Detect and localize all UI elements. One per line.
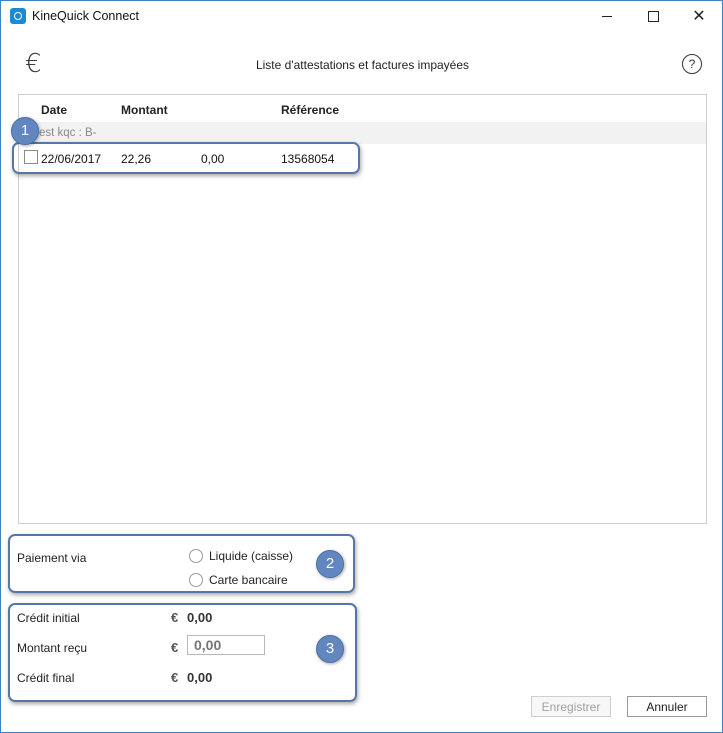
callout-badge-2: 2 <box>316 550 344 578</box>
maximize-icon <box>648 11 659 22</box>
column-header-reference[interactable]: Référence <box>281 103 339 117</box>
help-icon[interactable]: ? <box>682 54 702 74</box>
kinequick-app-icon <box>10 8 26 24</box>
group-header: est kqc : B- <box>19 122 706 144</box>
page-title: Liste d'attestations et factures impayée… <box>255 58 470 72</box>
window-title: KineQuick Connect <box>32 9 140 23</box>
maximize-button[interactable] <box>630 1 676 31</box>
callout-box-2 <box>8 534 355 593</box>
callout-box-1 <box>12 142 360 174</box>
minimize-icon <box>602 16 612 17</box>
callout-badge-1: 1 <box>11 117 39 145</box>
column-header-date[interactable]: Date <box>41 103 67 117</box>
column-header-amount[interactable]: Montant <box>121 103 168 117</box>
app-window: KineQuick Connect ✕ € Liste d'attestatio… <box>0 0 723 733</box>
minimize-button[interactable] <box>584 1 630 31</box>
save-button[interactable]: Enregistrer <box>531 696 611 717</box>
callout-box-3 <box>8 603 357 702</box>
cancel-button[interactable]: Annuler <box>627 696 707 717</box>
callout-badge-3: 3 <box>316 635 344 663</box>
group-label: est kqc : B- <box>39 127 97 139</box>
close-button[interactable]: ✕ <box>676 1 722 31</box>
title-bar: KineQuick Connect ✕ <box>1 1 722 31</box>
close-icon: ✕ <box>692 8 706 25</box>
